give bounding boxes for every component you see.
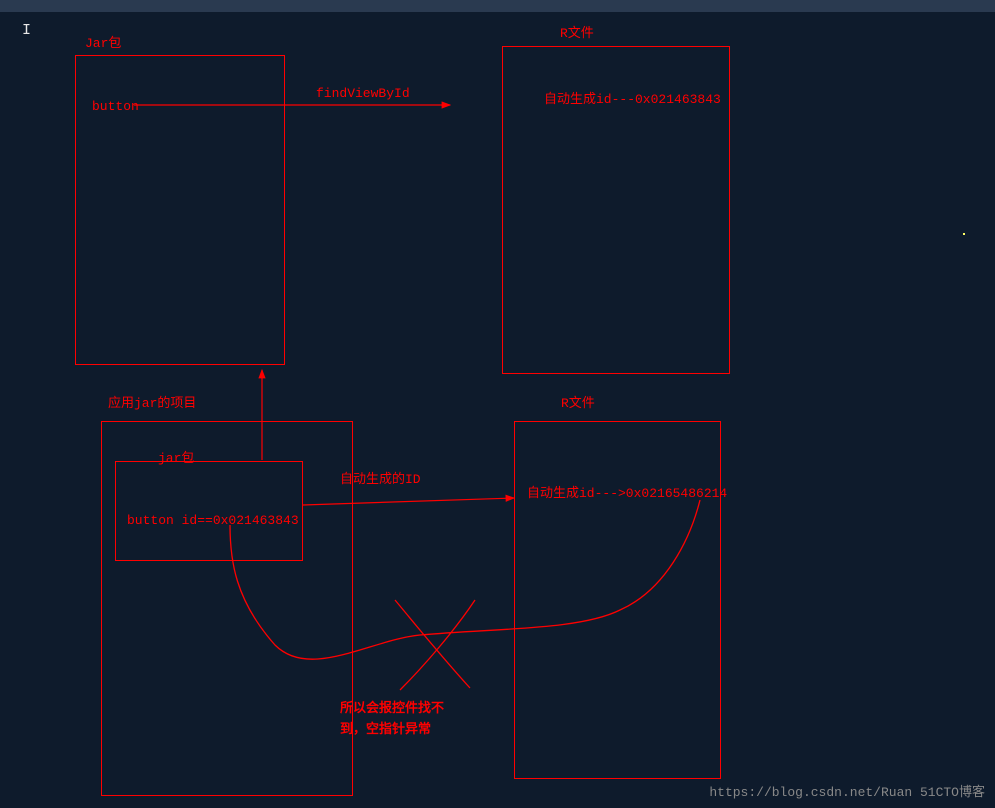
auto-id-top: 自动生成id---0x021463843: [544, 88, 721, 107]
r-file-label-top: R文件: [560, 22, 594, 41]
text-cursor-icon: I: [22, 22, 30, 38]
button-id-text: button id==0x021463843: [127, 513, 299, 528]
auto-id-bottom: 自动生成id--->0x02165486214: [527, 482, 727, 501]
auto-gen-id-label: 自动生成的ID: [340, 468, 421, 487]
top-bar: [0, 0, 995, 12]
error-message: 所以会报控件找不 到，空指针异常: [340, 698, 444, 740]
jar-box-inner: [115, 461, 303, 561]
project-title: 应用jar的项目: [108, 392, 196, 411]
error-line2: 到，空指针异常: [340, 721, 431, 736]
r-file-box-bottom: [514, 421, 721, 779]
watermark-url: https://blog.csdn.net/Ruan 51CTO博客: [709, 781, 985, 800]
jar-label-top: Jar包: [85, 32, 121, 51]
error-line1: 所以会报控件找不: [340, 700, 444, 715]
r-file-label-bottom: R文件: [561, 392, 595, 411]
stray-dot: [963, 233, 965, 235]
findviewbyid-label: findViewById: [316, 86, 410, 101]
button-text: button: [92, 99, 139, 114]
